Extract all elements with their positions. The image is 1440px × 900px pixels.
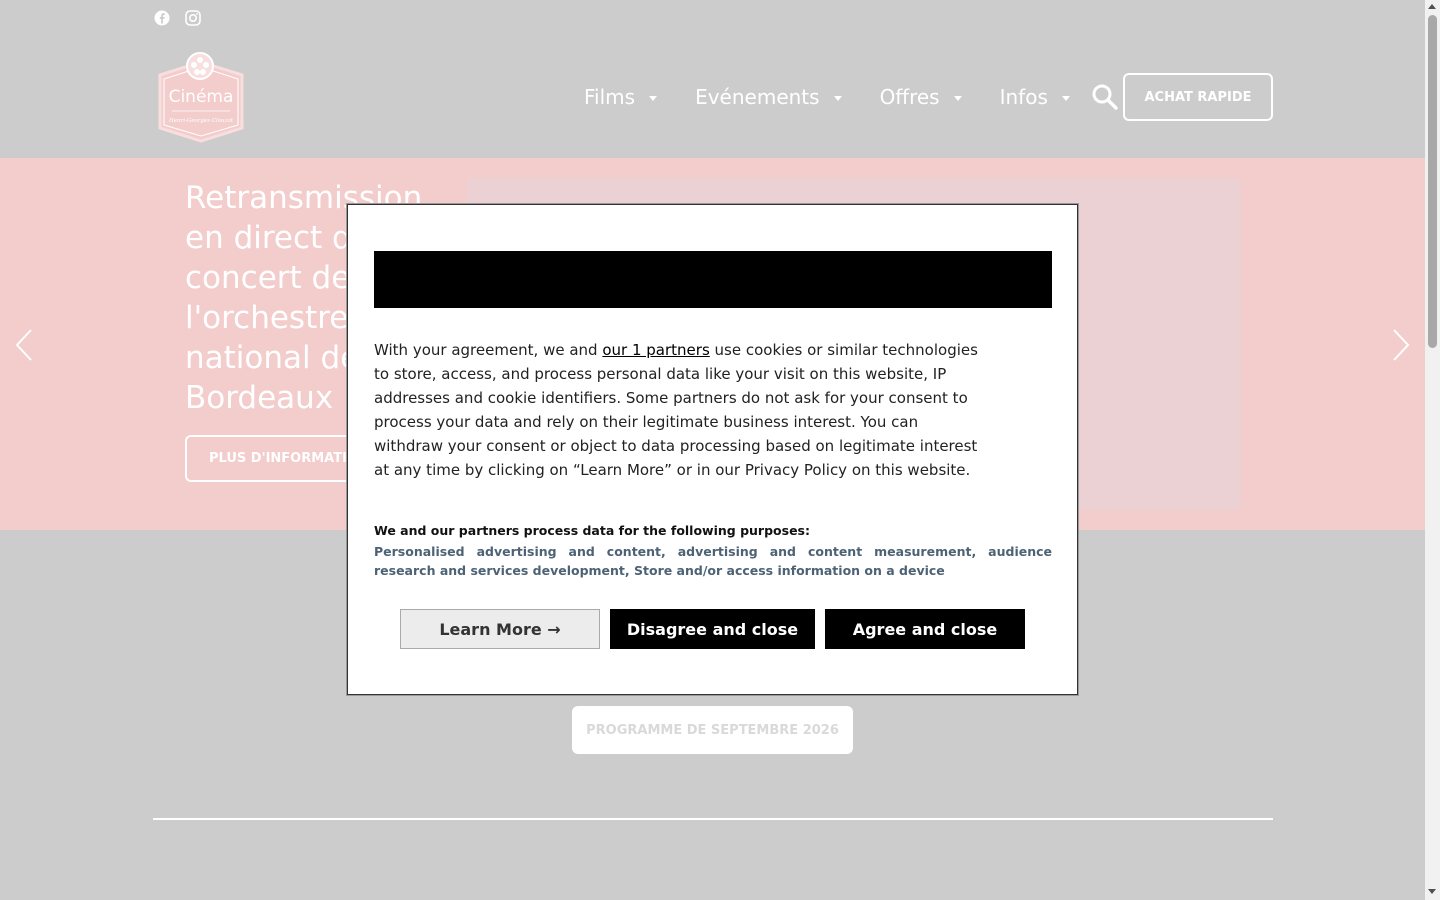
nav-item-label: Films [584,85,636,109]
logo-text: Cinéma [169,87,234,107]
consent-dialog: With your agreement, we and our 1 partne… [347,204,1078,695]
consent-text-part: use cookies or similar technologies to s… [374,341,978,479]
caret-down-icon [649,95,658,101]
carousel-next-icon[interactable] [1391,328,1411,362]
caret-down-icon [833,95,842,101]
program-button[interactable]: PROGRAMME DE SEPTEMBRE 2026 [572,706,853,754]
nav-item-label: Evénements [695,85,820,109]
partners-link[interactable]: our 1 partners [602,341,709,359]
nav-item-infos[interactable]: Infos [1000,85,1070,109]
nav-item-label: Offres [879,85,940,109]
nav-item-evenements[interactable]: Evénements [695,85,842,109]
social-links [154,10,201,26]
nav-item-label: Infos [999,85,1048,109]
agree-button[interactable]: Agree and close [825,609,1025,649]
cinema-logo[interactable]: Cinéma Henri-Georges Clouzot [154,50,248,144]
main-nav: Films Evénements Offres Infos [584,73,1148,121]
carousel-prev-icon[interactable] [14,328,34,362]
consent-logo-bar [374,251,1052,308]
scroll-down-icon[interactable] [1428,889,1436,894]
quick-buy-button[interactable]: ACHAT RAPIDE [1123,73,1273,121]
facebook-icon[interactable] [154,10,170,26]
page-scrollbar[interactable] [1425,0,1440,900]
purposes-title: We and our partners process data for the… [374,523,810,538]
search-icon[interactable] [1090,82,1120,112]
scroll-up-icon[interactable] [1428,4,1436,9]
consent-text-part: With your agreement, we and [374,341,603,359]
caret-down-icon [953,95,962,101]
scroll-thumb[interactable] [1428,15,1437,348]
logo-subtext: Henri-Georges Clouzot [168,118,234,124]
purposes-list: Personalised advertising and content, ad… [374,544,1052,578]
caret-down-icon [1061,95,1070,101]
nav-item-offres[interactable]: Offres [880,85,962,109]
consent-text: With your agreement, we and our 1 partne… [374,338,984,482]
nav-item-films[interactable]: Films [584,85,658,109]
disagree-button[interactable]: Disagree and close [610,609,815,649]
learn-more-button[interactable]: Learn More → [400,609,600,649]
section-divider [153,818,1273,820]
instagram-icon[interactable] [185,10,201,26]
